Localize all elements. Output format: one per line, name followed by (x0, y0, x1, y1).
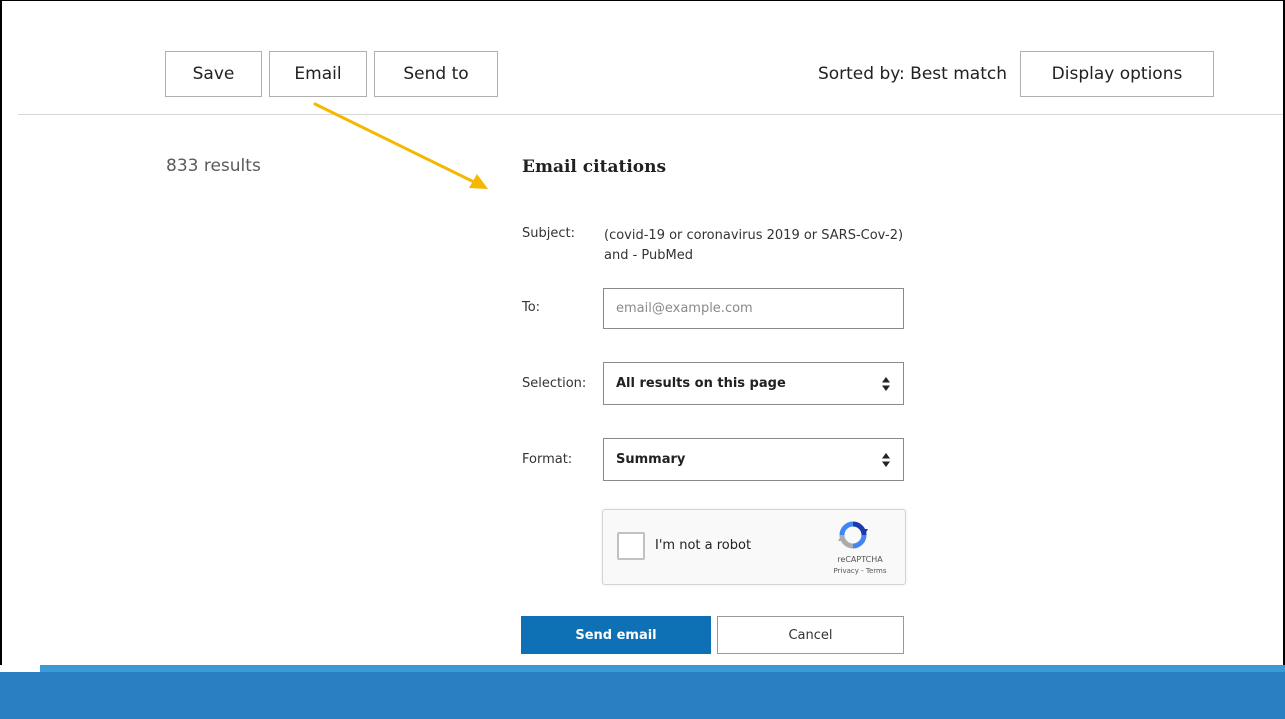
display-options-button[interactable]: Display options (1020, 51, 1214, 97)
save-button[interactable]: Save (165, 51, 262, 97)
recaptcha-checkbox[interactable] (617, 532, 645, 560)
slide-frame (0, 0, 1285, 719)
format-select[interactable]: Summary (603, 438, 904, 481)
toolbar-divider (18, 114, 1283, 115)
recaptcha-logo-icon (838, 521, 868, 549)
recaptcha-widget: I'm not a robot reCAPTCHA Privacy - Term… (602, 509, 906, 585)
frame-border-top (0, 0, 1285, 1)
recaptcha-brand: reCAPTCHA (837, 555, 883, 564)
email-to-input[interactable] (603, 288, 904, 329)
up-down-caret-icon (882, 376, 890, 391)
recaptcha-privacy-terms-link[interactable]: Privacy - Terms (821, 567, 899, 575)
results-count: 833 results (166, 156, 261, 176)
recaptcha-label: I'm not a robot (655, 538, 752, 553)
footer-accent-line (40, 665, 1285, 672)
format-value: Summary (616, 452, 686, 467)
subject-label: Subject: (522, 226, 575, 241)
subject-value: (covid-19 or coronavirus 2019 or SARS-Co… (604, 228, 904, 263)
email-button[interactable]: Email (269, 51, 367, 97)
email-citations-title: Email citations (522, 157, 667, 177)
to-label: To: (522, 300, 541, 315)
selection-label: Selection: (522, 376, 587, 391)
footer-bar (0, 672, 1285, 719)
frame-border-left (0, 0, 2, 665)
cancel-button[interactable]: Cancel (717, 616, 904, 654)
format-label: Format: (522, 452, 573, 467)
send-to-button[interactable]: Send to (374, 51, 498, 97)
sort-indicator[interactable]: Sorted by: Best match (818, 51, 1007, 97)
selection-select[interactable]: All results on this page (603, 362, 904, 405)
send-email-button[interactable]: Send email (521, 616, 711, 654)
up-down-caret-icon (882, 452, 890, 467)
selection-value: All results on this page (616, 376, 786, 391)
